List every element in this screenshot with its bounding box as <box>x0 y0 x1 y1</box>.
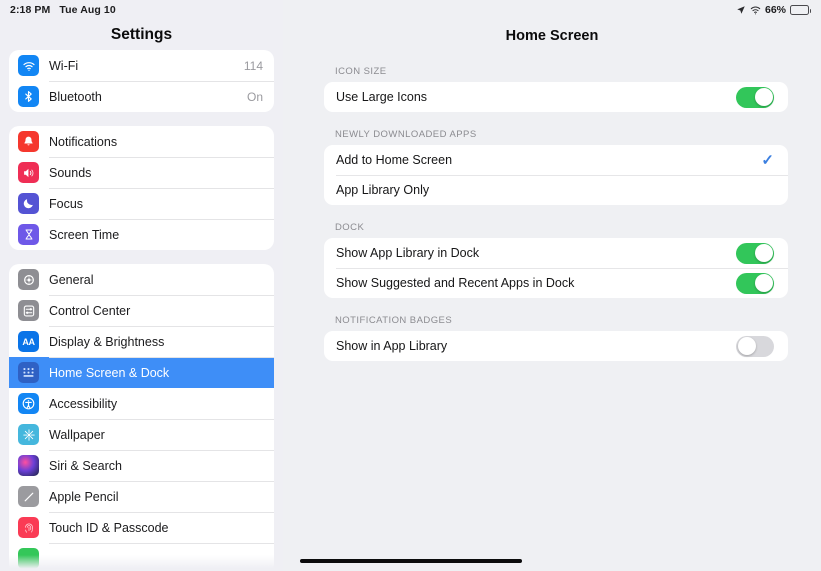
hourglass-icon <box>18 224 39 245</box>
section-header-icon-size: ICON SIZE <box>335 66 387 77</box>
sidebar-item-screen-time[interactable]: Screen Time <box>9 219 274 250</box>
sidebar-item-label: Wallpaper <box>49 427 105 442</box>
sidebar-item-label: Display & Brightness <box>49 334 165 349</box>
wifi-icon <box>750 6 761 15</box>
sidebar-item-label: Focus <box>49 196 84 211</box>
section-header-notification-badges: NOTIFICATION BADGES <box>335 315 453 326</box>
wifi-icon <box>18 55 39 76</box>
section-header-dock: DOCK <box>335 222 365 233</box>
sidebar-item-accessibility[interactable]: Accessibility <box>9 388 274 419</box>
aa-text-icon: AA <box>18 331 39 352</box>
section-header-newly-downloaded-apps: NEWLY DOWNLOADED APPS <box>335 129 477 140</box>
sidebar-item-wallpaper[interactable]: Wallpaper <box>9 419 274 450</box>
show-suggested-and-recent-apps-toggle[interactable] <box>736 272 774 294</box>
sidebar-group-system: General Control Center AA Display & Brig… <box>9 264 274 571</box>
sidebar-item-label: Screen Time <box>49 227 120 242</box>
section-card-newly-downloaded-apps: Add to Home Screen ✓ App Library Only <box>324 145 788 205</box>
home-screen-detail-panel: 66% Home Screen ICON SIZE Use Large Icon… <box>283 0 821 571</box>
setting-label: Show Suggested and Recent Apps in Dock <box>336 276 575 290</box>
show-app-library-in-dock-toggle[interactable] <box>736 242 774 264</box>
show-in-app-library-toggle[interactable] <box>736 335 774 357</box>
app-grid-icon <box>18 362 39 383</box>
sidebar-item-bluetooth[interactable]: Bluetooth On <box>9 81 274 112</box>
speaker-icon <box>18 162 39 183</box>
sidebar-item-value: On <box>246 89 263 104</box>
status-time: 2:18 PM <box>10 4 51 16</box>
siri-orb-icon <box>18 455 39 476</box>
sidebar-group-connectivity: Wi-Fi 114 Bluetooth On <box>9 50 274 112</box>
fingerprint-icon <box>18 517 39 538</box>
flower-icon <box>18 424 39 445</box>
bell-icon <box>18 131 39 152</box>
sidebar-group-alerts: Notifications Sounds Focus Screen Time <box>9 126 274 250</box>
checkmark-icon: ✓ <box>761 151 774 169</box>
battery-charging-icon <box>790 5 811 15</box>
sidebar-item-label: Notifications <box>49 134 118 149</box>
status-date: Tue Aug 10 <box>59 4 116 16</box>
setting-row-add-to-home-screen[interactable]: Add to Home Screen ✓ <box>324 145 788 175</box>
settings-sections: ICON SIZE Use Large Icons NEWLY DOWNLOAD… <box>283 52 821 571</box>
sliders-icon <box>18 300 39 321</box>
settings-sidebar: 2:18 PM Tue Aug 10 Settings Wi-Fi 114 Bl… <box>0 0 283 571</box>
sidebar-item-label: Home Screen & Dock <box>49 365 170 380</box>
bluetooth-icon <box>18 86 39 107</box>
partial-next-icon <box>18 548 39 569</box>
page-title: Home Screen <box>505 28 599 44</box>
accessibility-icon <box>18 393 39 414</box>
sidebar-item-display-brightness[interactable]: AA Display & Brightness <box>9 326 274 357</box>
setting-label: Add to Home Screen <box>336 153 453 167</box>
home-indicator[interactable] <box>300 559 522 563</box>
setting-label: Show in App Library <box>336 339 448 353</box>
sidebar-item-partial-next[interactable] <box>9 543 274 571</box>
settings-page-title: Settings <box>110 26 173 43</box>
setting-row-show-suggested-recent-apps[interactable]: Show Suggested and Recent Apps in Dock <box>324 268 788 298</box>
sidebar-item-label: Control Center <box>49 303 131 318</box>
location-arrow-icon <box>736 5 746 15</box>
setting-label: App Library Only <box>336 183 430 197</box>
setting-label: Show App Library in Dock <box>336 246 480 260</box>
gear-icon <box>18 269 39 290</box>
setting-row-use-large-icons[interactable]: Use Large Icons <box>324 82 788 112</box>
sidebar-item-label: Bluetooth <box>49 89 102 104</box>
moon-icon <box>18 193 39 214</box>
sidebar-scroll-area[interactable]: Wi-Fi 114 Bluetooth On Notifications Sou… <box>0 50 283 571</box>
sidebar-item-label: Siri & Search <box>49 458 122 473</box>
ipad-settings-screen: 2:18 PM Tue Aug 10 Settings Wi-Fi 114 Bl… <box>0 0 821 571</box>
sidebar-item-siri-search[interactable]: Siri & Search <box>9 450 274 481</box>
section-card-icon-size: Use Large Icons <box>324 82 788 112</box>
sidebar-item-label: Apple Pencil <box>49 489 119 504</box>
sidebar-item-value: 114 <box>243 58 263 73</box>
sidebar-item-label: Wi-Fi <box>49 58 79 73</box>
sidebar-item-control-center[interactable]: Control Center <box>9 295 274 326</box>
sidebar-item-touch-id-passcode[interactable]: Touch ID & Passcode <box>9 512 274 543</box>
sidebar-item-wifi[interactable]: Wi-Fi 114 <box>9 50 274 81</box>
section-card-dock: Show App Library in Dock Show Suggested … <box>324 238 788 298</box>
main-status-bar: 66% <box>283 0 821 20</box>
sidebar-item-label: General <box>49 272 94 287</box>
sidebar-status-bar: 2:18 PM Tue Aug 10 <box>0 0 283 20</box>
sidebar-item-label: Sounds <box>49 165 92 180</box>
pencil-icon <box>18 486 39 507</box>
sidebar-item-general[interactable]: General <box>9 264 274 295</box>
sidebar-item-label: Touch ID & Passcode <box>49 520 169 535</box>
sidebar-item-focus[interactable]: Focus <box>9 188 274 219</box>
use-large-icons-toggle[interactable] <box>736 86 774 108</box>
sidebar-item-apple-pencil[interactable]: Apple Pencil <box>9 481 274 512</box>
sidebar-item-notifications[interactable]: Notifications <box>9 126 274 157</box>
sidebar-item-label: Accessibility <box>49 396 118 411</box>
sidebar-item-home-screen-dock[interactable]: Home Screen & Dock <box>9 357 274 388</box>
sidebar-item-sounds[interactable]: Sounds <box>9 157 274 188</box>
setting-row-show-app-library-in-dock[interactable]: Show App Library in Dock <box>324 238 788 268</box>
setting-row-show-in-app-library[interactable]: Show in App Library <box>324 331 788 361</box>
battery-percent-label: 66% <box>764 4 786 16</box>
setting-row-app-library-only[interactable]: App Library Only <box>324 175 788 205</box>
section-card-notification-badges: Show in App Library <box>324 331 788 361</box>
setting-label: Use Large Icons <box>336 90 428 104</box>
